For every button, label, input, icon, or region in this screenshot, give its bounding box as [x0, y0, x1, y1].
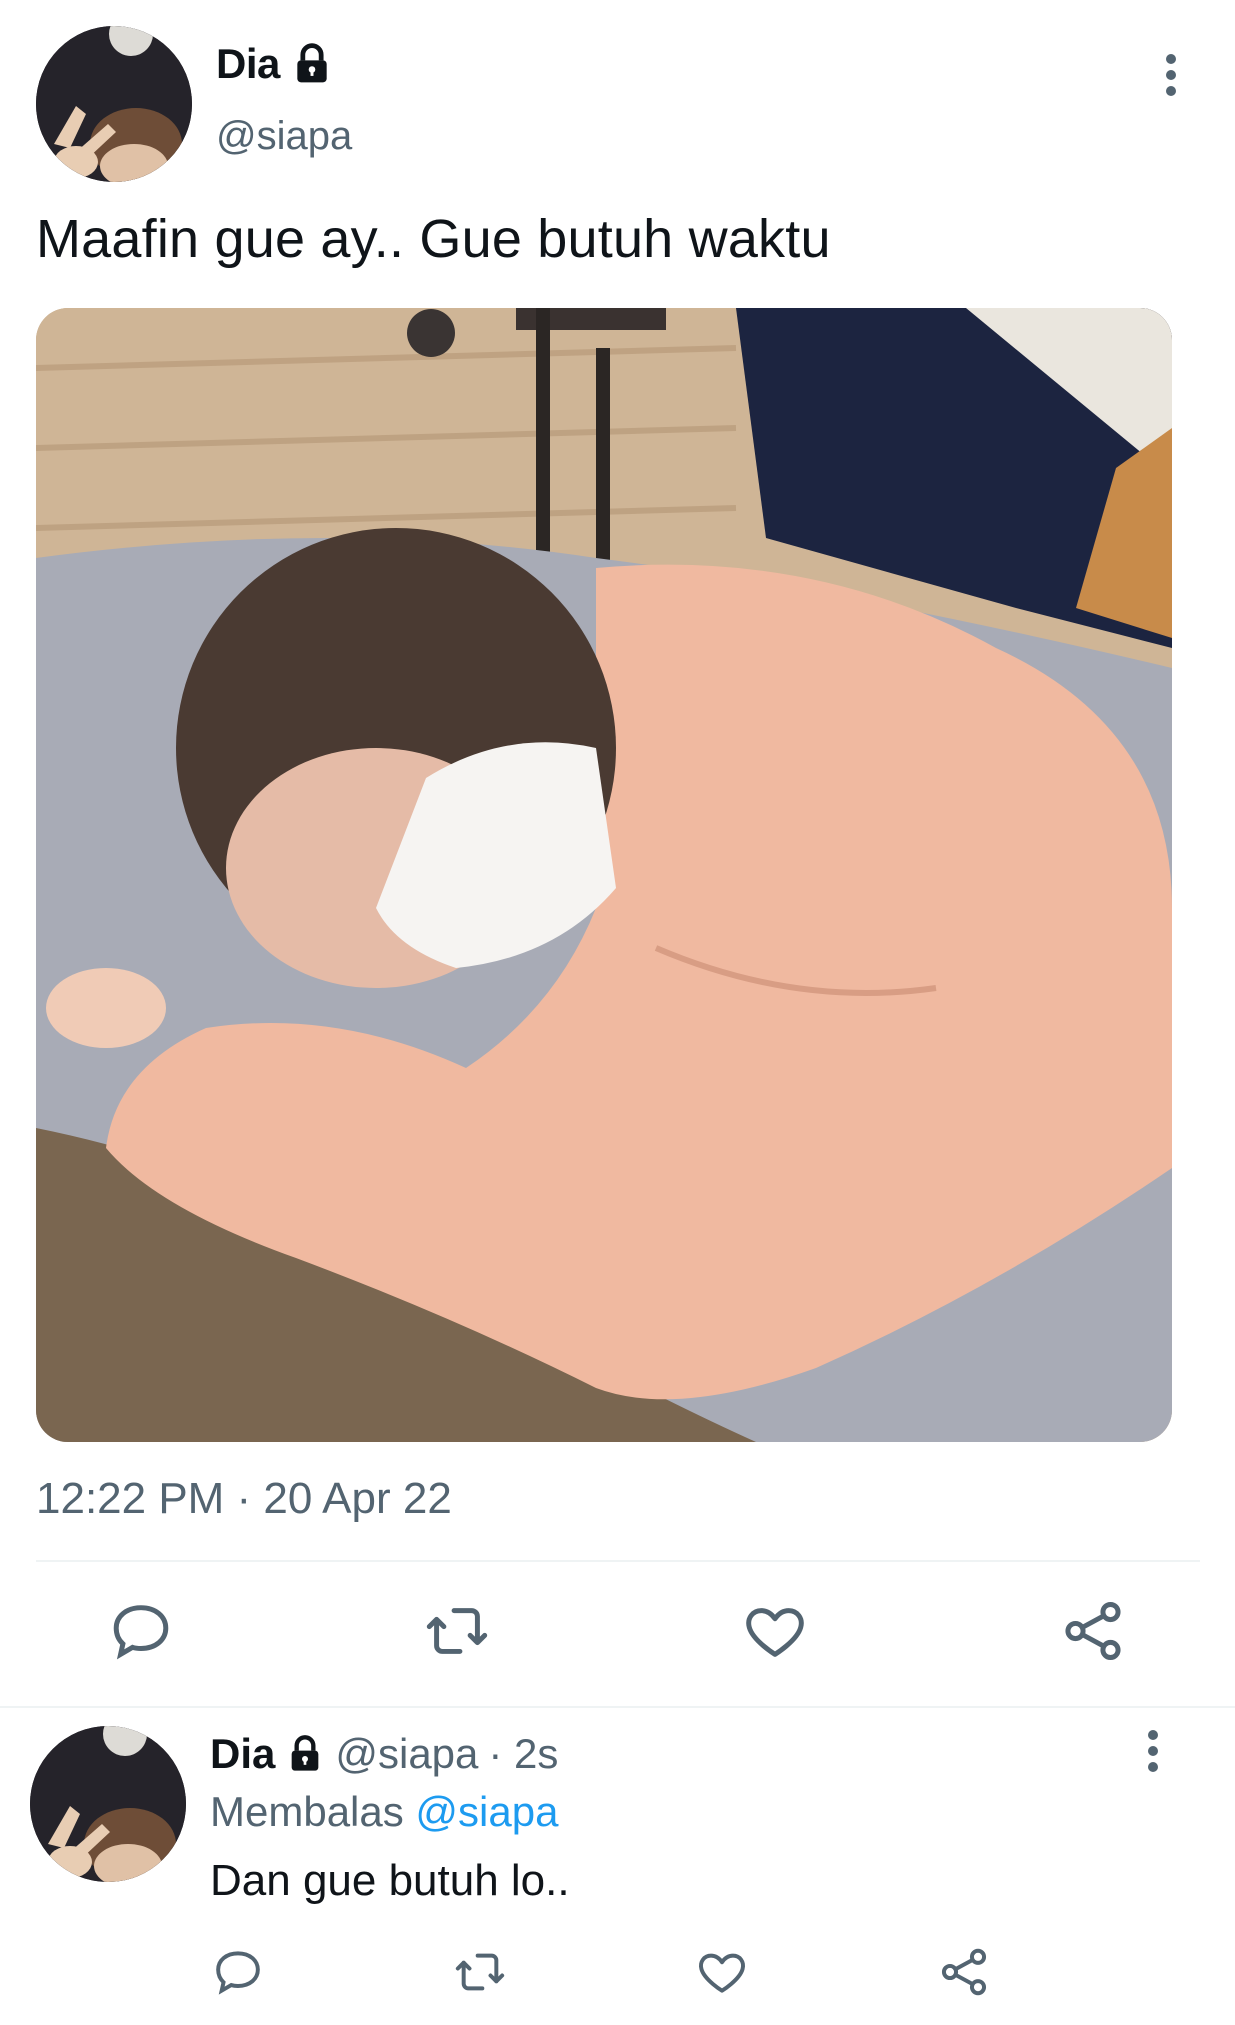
reply-text: Dan gue butuh lo.. [210, 1856, 570, 1905]
more-vertical-icon[interactable] [1160, 54, 1182, 98]
heart-icon[interactable] [740, 1596, 810, 1666]
replying-to-line: Membalas @siapa [210, 1788, 558, 1836]
share-icon[interactable] [936, 1944, 992, 2000]
replying-prefix: Membalas [210, 1788, 404, 1835]
author-avatar[interactable] [36, 26, 192, 182]
tweet-timestamp[interactable]: 12:22 PM · 20 Apr 22 [36, 1474, 452, 1524]
lock-icon [285, 1734, 325, 1774]
retweet-icon[interactable] [422, 1596, 492, 1666]
author-name[interactable]: Dia [216, 40, 280, 88]
author-name-row[interactable]: Dia [216, 40, 334, 88]
more-vertical-icon[interactable] [1142, 1730, 1164, 1774]
share-icon[interactable] [1058, 1596, 1128, 1666]
reply-icon[interactable] [210, 1944, 266, 2000]
divider [36, 1560, 1200, 1562]
retweet-icon[interactable] [452, 1944, 508, 2000]
reply-header: Dia @siapa · 2s [210, 1730, 558, 1778]
reply-age: · 2s [488, 1730, 559, 1777]
reply-author-avatar[interactable] [30, 1726, 186, 1882]
tweet-text: Maafin gue ay.. Gue butuh waktu [36, 209, 831, 269]
tweet-media-photo[interactable] [36, 308, 1172, 1442]
reply-icon[interactable] [106, 1596, 176, 1666]
section-separator [0, 1706, 1235, 1708]
heart-icon[interactable] [694, 1944, 750, 2000]
replying-to-mention[interactable]: @siapa [415, 1788, 558, 1835]
reply-author-name[interactable]: Dia [210, 1730, 275, 1778]
author-handle[interactable]: @siapa [216, 114, 352, 159]
reply-author-handle[interactable]: @siapa [335, 1730, 478, 1778]
lock-icon [290, 42, 334, 86]
